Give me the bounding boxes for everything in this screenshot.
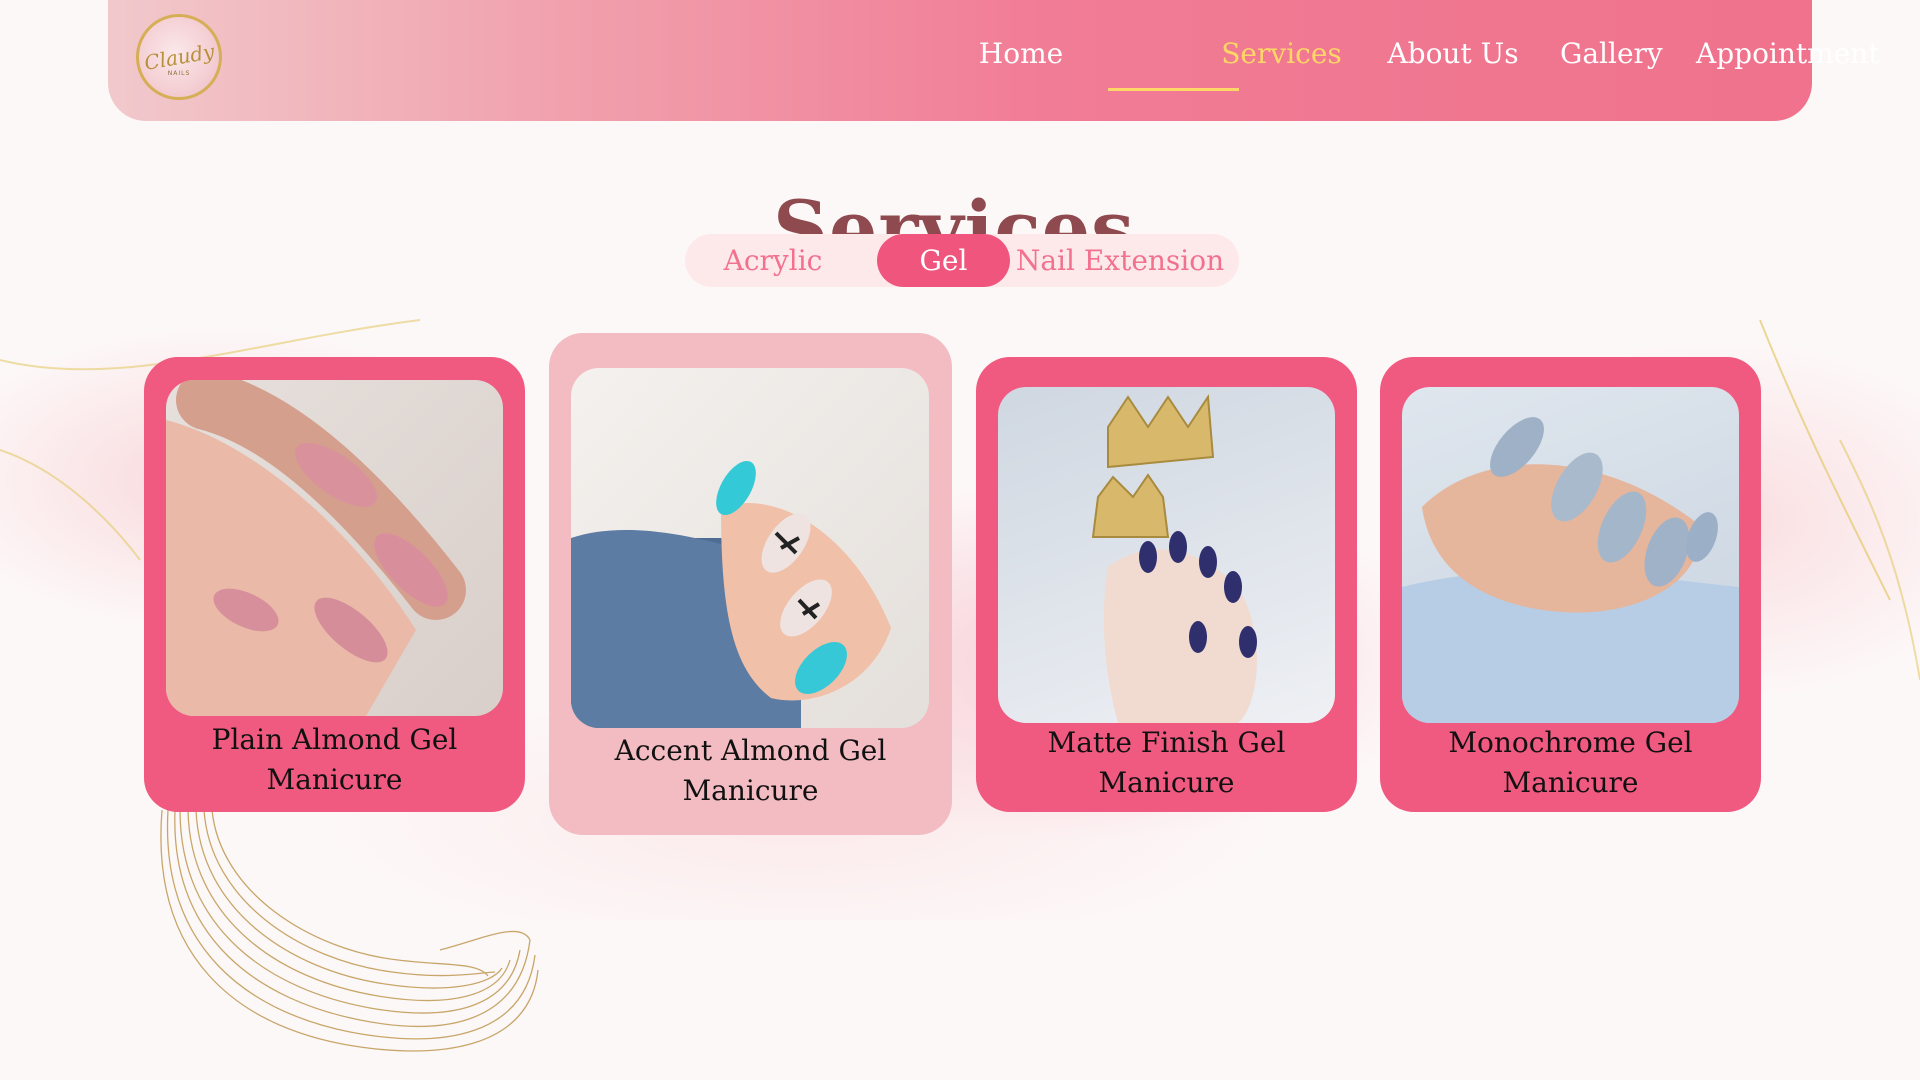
- top-navigation-bar: Claudy NAILS Home Services About Us Gall…: [108, 0, 1880, 121]
- service-card-title: Matte Finish Gel Manicure: [976, 723, 1357, 803]
- hand-illustration: [571, 460, 891, 728]
- card-title-line2: Manicure: [682, 774, 819, 807]
- service-card-title: Accent Almond Gel Manicure: [549, 731, 952, 811]
- card-title-line2: Manicure: [1098, 766, 1235, 799]
- hand-illustration: [166, 380, 466, 716]
- card-title-line1: Matte Finish Gel: [1047, 726, 1286, 759]
- card-title-line1: Plain Almond Gel: [211, 723, 458, 756]
- brand-logo[interactable]: Claudy NAILS: [136, 14, 222, 100]
- service-category-tabs: Acrylic Gel Nail Extension: [685, 234, 1239, 287]
- hand-illustration: [1402, 417, 1739, 723]
- service-image-matte-finish: [998, 387, 1335, 723]
- service-image-monochrome: [1402, 387, 1739, 723]
- nav-item-appointment[interactable]: Appointment: [1696, 34, 1880, 74]
- nav-item-services[interactable]: Services: [1216, 34, 1347, 74]
- service-card-matte-finish-gel[interactable]: Matte Finish Gel Manicure: [976, 357, 1357, 812]
- card-title-line2: Manicure: [266, 763, 403, 796]
- logo-subtext: NAILS: [167, 70, 191, 77]
- service-image-plain-almond: [166, 380, 503, 716]
- service-card-title: Monochrome Gel Manicure: [1380, 723, 1761, 803]
- service-image-accent-almond: [571, 368, 929, 728]
- card-title-line1: Accent Almond Gel: [614, 734, 887, 767]
- nav-item-about-us[interactable]: About Us: [1378, 34, 1528, 74]
- service-card-plain-almond-gel[interactable]: Plain Almond Gel Manicure: [144, 357, 525, 812]
- tab-nail-extension[interactable]: Nail Extension: [1010, 234, 1230, 287]
- service-card-accent-almond-gel[interactable]: Accent Almond Gel Manicure: [549, 333, 952, 835]
- tab-acrylic[interactable]: Acrylic: [685, 234, 861, 287]
- hand-illustration: [1091, 394, 1257, 723]
- card-title-line1: Monochrome Gel: [1448, 726, 1693, 759]
- active-nav-underline: [1108, 88, 1239, 91]
- nav-item-home[interactable]: Home: [966, 34, 1076, 74]
- tab-gel[interactable]: Gel: [877, 234, 1010, 287]
- nav-item-gallery[interactable]: Gallery: [1560, 34, 1663, 74]
- service-card-title: Plain Almond Gel Manicure: [144, 720, 525, 800]
- card-title-line2: Manicure: [1502, 766, 1639, 799]
- service-card-monochrome-gel[interactable]: Monochrome Gel Manicure: [1380, 357, 1761, 812]
